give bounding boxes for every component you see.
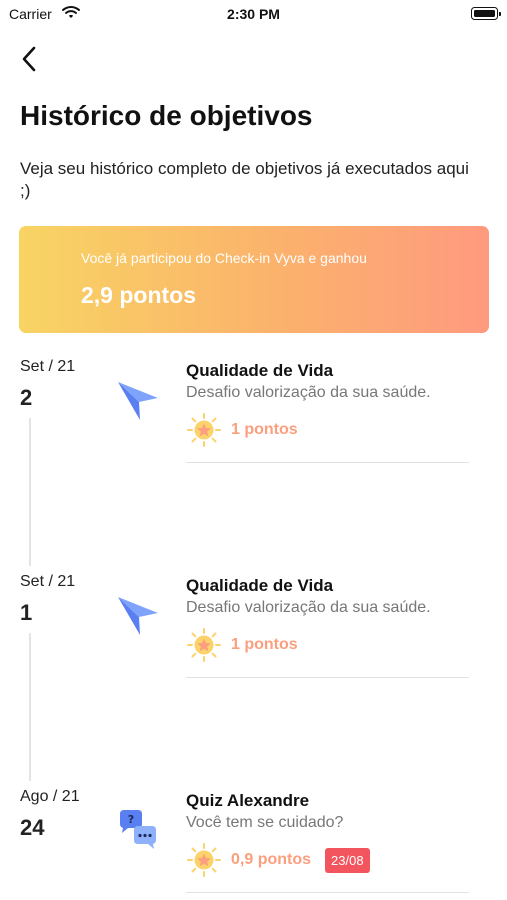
history-entry[interactable]: Set / 21 2 Qualidade de Vida Desafio val… [0, 358, 507, 578]
history-entry[interactable]: Set / 21 1 Qualidade de Vida Desafio val… [0, 573, 507, 793]
back-button[interactable] [14, 44, 44, 74]
chat-bubbles-icon: ? [120, 810, 156, 849]
points-summary-value: 2,9 pontos [81, 282, 197, 308]
entry-points: 1 pontos [186, 412, 298, 448]
entry-divider [186, 462, 469, 463]
entry-title: Qualidade de Vida [186, 576, 334, 595]
sun-icon [187, 413, 221, 447]
entry-description: Você tem se cuidado? [186, 814, 344, 831]
entry-description: Desafio valorização da sua saúde. [186, 599, 431, 616]
date-badge: 23/08 [325, 847, 370, 873]
entry-day: 1 [20, 600, 33, 625]
entry-points-value: 1 pontos [231, 636, 298, 653]
history-entry[interactable]: Ago / 21 24 ? Quiz Alexandre Você tem se… [0, 788, 507, 900]
page-title: Histórico de objetivos [20, 100, 313, 131]
entry-month: Set / 21 [20, 358, 76, 375]
entry-title: Quiz Alexandre [186, 791, 310, 810]
status-bar: Carrier 2:30 PM [0, 0, 507, 30]
page-subtitle: Veja seu histórico completo de objetivos… [20, 159, 469, 200]
sun-icon [187, 843, 221, 877]
svg-text:?: ? [128, 813, 134, 826]
entry-month: Ago / 21 [20, 788, 80, 805]
entry-title: Qualidade de Vida [186, 361, 334, 380]
entry-description: Desafio valorização da sua saúde. [186, 384, 431, 401]
timeline-line [29, 633, 31, 781]
paper-plane-icon [118, 382, 158, 420]
chevron-left-icon [22, 46, 36, 72]
points-summary-card: Você já participou do Check-in Vyva e ga… [19, 226, 489, 333]
entry-points-value: 0,9 pontos [231, 851, 312, 868]
entry-points: 1 pontos [186, 627, 298, 663]
entry-day: 24 [20, 815, 45, 840]
entry-day: 2 [20, 385, 33, 410]
battery-icon [471, 7, 501, 20]
points-summary-label: Você já participou do Check-in Vyva e ga… [81, 250, 367, 266]
status-time: 2:30 PM [227, 6, 280, 22]
entry-divider [186, 677, 469, 678]
paper-plane-icon [118, 597, 158, 635]
entry-month: Set / 21 [20, 573, 76, 590]
entry-points: 0,9 pontos 23/08 [186, 842, 370, 878]
entry-divider [186, 892, 469, 893]
entry-points-value: 1 pontos [231, 421, 298, 438]
sun-icon [187, 628, 221, 662]
timeline-line [29, 418, 31, 566]
